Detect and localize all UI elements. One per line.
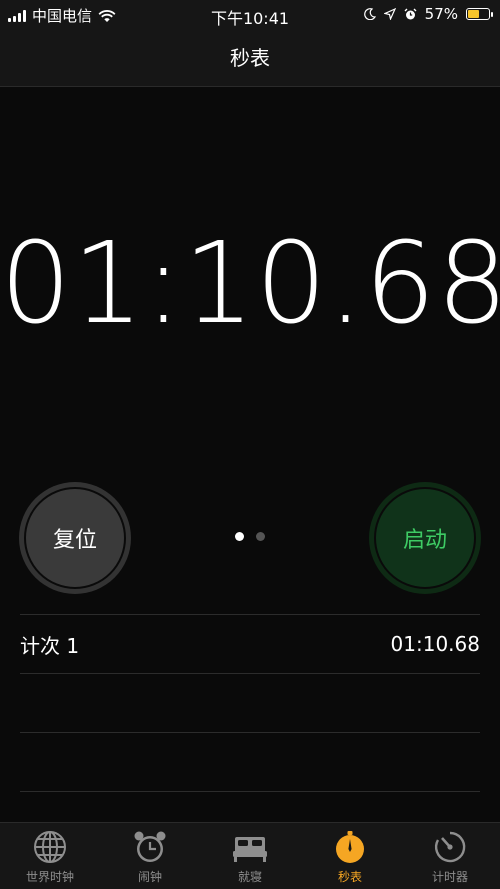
tab-label: 闹钟 [137,870,162,884]
timer-icon [434,831,466,863]
tab-world-clock[interactable]: 世界时钟 [0,823,100,889]
start-button-face[interactable]: 启动 [374,487,476,589]
tab-bar: 世界时钟 闹钟 就寝 秒表 计时器 [0,822,500,889]
stopwatch-display: 01:10.68 [0,219,500,349]
lap-list: 计次 1 01:10.68 [20,614,480,792]
status-right: 57% [363,5,493,23]
lap-label: 计次 1 [20,633,80,658]
page-dot-2[interactable] [256,532,265,541]
tab-stopwatch[interactable]: 秒表 [300,823,400,889]
tab-label: 秒表 [337,870,362,884]
globe-icon [34,831,66,863]
lap-row-empty [20,733,480,792]
page-title: 秒表 [230,46,270,70]
start-button[interactable]: 启动 [369,482,481,594]
location-arrow-icon [383,8,396,20]
battery-fill [468,10,479,18]
battery-icon [466,8,493,20]
moon-icon [363,8,376,20]
alarm-clock-icon [134,831,166,862]
lap-time: 01:10.68 [390,632,480,656]
tab-bedtime[interactable]: 就寝 [200,823,300,889]
lap-row-empty [20,674,480,733]
battery-percent: 57% [424,5,458,23]
tab-label: 就寝 [237,870,262,884]
tab-label: 世界时钟 [25,870,74,884]
page-dot-1[interactable] [235,532,244,541]
start-button-label: 启动 [402,528,447,553]
alarm-icon [404,8,417,19]
tab-timer[interactable]: 计时器 [400,823,500,889]
tab-alarm[interactable]: 闹钟 [100,823,200,889]
lap-row: 计次 1 01:10.68 [20,615,480,674]
status-bar: 中国电信 下午10:41 57% [0,0,500,30]
tab-label: 计时器 [431,870,468,884]
bed-icon [233,837,267,862]
stopwatch-icon [336,831,364,863]
nav-bar: 秒表 [0,30,500,87]
